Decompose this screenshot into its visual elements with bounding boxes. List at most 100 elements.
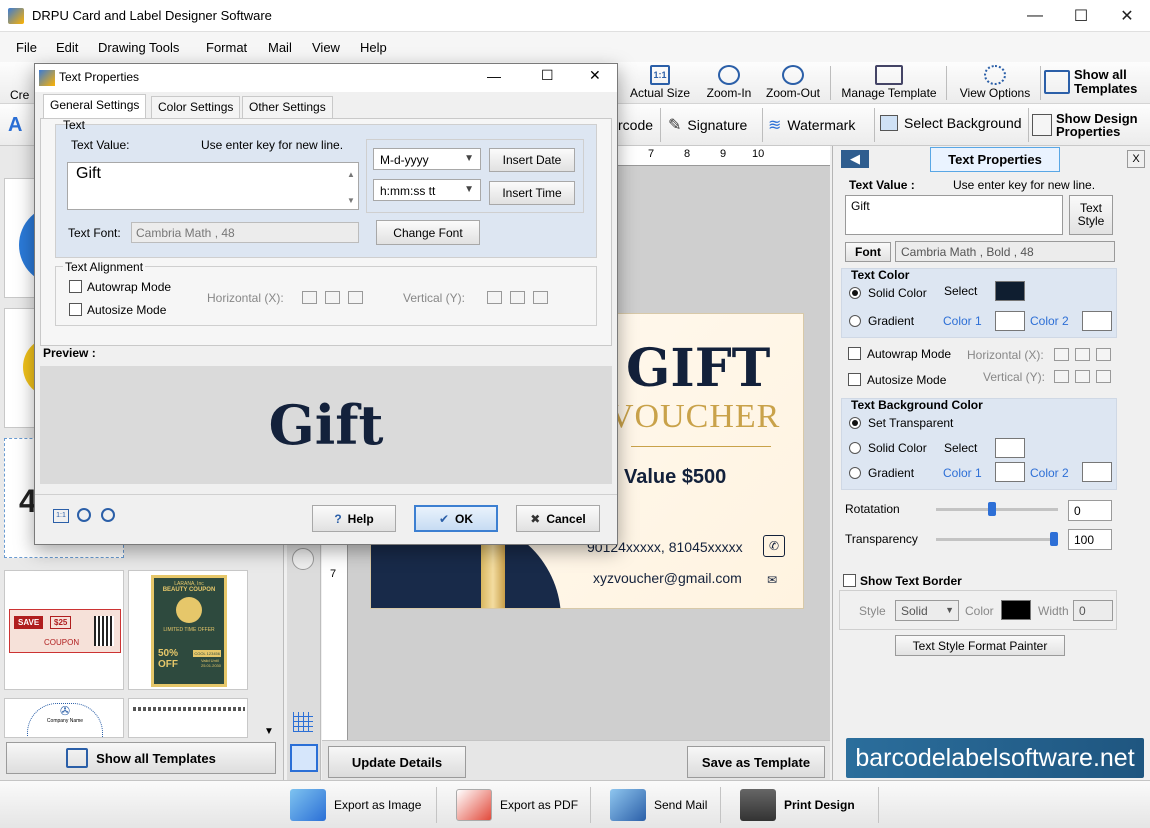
dialog-text-value-input[interactable]: Gift — [67, 162, 359, 210]
show-all-templates-button[interactable]: Show all Templates — [6, 742, 276, 774]
card-gift-text[interactable]: GIFT — [626, 338, 770, 399]
dialog-align-center-icon[interactable] — [325, 291, 340, 304]
ellipse-tool-icon[interactable] — [292, 548, 314, 570]
select-background-button[interactable]: Select Background — [880, 115, 1022, 131]
show-design-properties-button[interactable]: Show Design Properties — [1032, 112, 1138, 138]
gradient-radio[interactable] — [849, 315, 861, 327]
solid-color-radio[interactable] — [849, 287, 861, 299]
bg-color-swatch[interactable] — [995, 438, 1025, 458]
menu-view[interactable]: View — [312, 40, 340, 55]
text-style-button[interactable]: Text Style — [1069, 195, 1113, 235]
rotation-value-field[interactable]: 0 — [1068, 500, 1112, 521]
template-beauty-coupon[interactable]: LARANA, Inc BEAUTY COUPON LIMITED TIME O… — [128, 570, 248, 690]
change-font-button[interactable]: Change Font — [376, 220, 480, 245]
insert-time-button[interactable]: Insert Time — [489, 181, 575, 205]
dialog-autosize-checkbox[interactable] — [69, 303, 82, 316]
transparency-slider-track[interactable] — [936, 538, 1058, 541]
back-arrow-icon[interactable]: ◀ — [841, 150, 869, 168]
transparency-slider-thumb[interactable] — [1050, 532, 1058, 546]
time-format-select[interactable]: h:mm:ss tt ▼ — [373, 179, 481, 201]
cancel-button[interactable]: ✖ Cancel — [516, 505, 600, 532]
create-button-partial[interactable]: Cre — [10, 88, 29, 102]
print-design-button[interactable]: Print Design — [740, 787, 855, 823]
dialog-close-button[interactable]: ✕ — [589, 67, 601, 84]
dialog-autowrap-checkbox[interactable] — [69, 280, 82, 293]
barcode-button-partial[interactable]: rcode — [618, 117, 653, 133]
export-image-button[interactable]: Export as Image — [290, 787, 421, 823]
set-transparent-radio[interactable] — [849, 417, 861, 429]
text-tool-icon[interactable]: A — [8, 114, 22, 137]
border-width-field[interactable]: 0 — [1073, 600, 1113, 621]
actual-size-icon[interactable]: 1:1 — [53, 509, 69, 523]
menu-mail[interactable]: Mail — [268, 40, 292, 55]
zoom-out-icon[interactable] — [77, 508, 91, 522]
export-pdf-button[interactable]: Export as PDF — [456, 787, 578, 823]
show-all-templates-toolbar-button[interactable]: Show all Templates — [1044, 68, 1146, 96]
insert-date-button[interactable]: Insert Date — [489, 148, 575, 172]
autowrap-checkbox[interactable] — [848, 347, 861, 360]
template-thumbnail[interactable]: ✇ Company Name — [4, 698, 124, 738]
bg-gradient-color1-swatch[interactable] — [995, 462, 1025, 482]
send-mail-button[interactable]: Send Mail — [610, 787, 707, 823]
rotation-slider-thumb[interactable] — [988, 502, 997, 516]
tab-color-settings[interactable]: Color Settings — [151, 96, 241, 118]
format-painter-button[interactable]: Text Style Format Painter — [895, 635, 1065, 656]
scroll-down-icon[interactable]: ▼ — [264, 726, 274, 737]
menu-file[interactable]: File — [16, 40, 37, 55]
autosize-checkbox[interactable] — [848, 373, 861, 386]
view-options-button[interactable]: View Options — [954, 65, 1036, 100]
date-format-select[interactable]: M-d-yyyy ▼ — [373, 148, 481, 170]
manage-template-button[interactable]: Manage Template — [836, 65, 942, 100]
gradient-color2-swatch[interactable] — [1082, 311, 1112, 331]
border-color-swatch[interactable] — [1001, 600, 1031, 620]
menu-drawing-tools[interactable]: Drawing Tools — [98, 40, 179, 55]
dialog-valign-middle-icon[interactable] — [510, 291, 525, 304]
scroll-down-icon[interactable]: ▼ — [347, 196, 355, 205]
grid-icon[interactable] — [293, 712, 313, 732]
tab-general-settings[interactable]: General Settings — [43, 94, 147, 118]
zoom-in-icon[interactable] — [101, 508, 115, 522]
font-button[interactable]: Font — [845, 242, 891, 262]
layout-icon[interactable] — [290, 744, 318, 772]
rotation-slider-track[interactable] — [936, 508, 1058, 511]
align-right-icon[interactable] — [1096, 348, 1111, 361]
minimize-button[interactable]: — — [1012, 0, 1058, 32]
valign-top-icon[interactable] — [1054, 370, 1069, 383]
close-button[interactable]: ✕ — [1104, 0, 1150, 32]
dialog-align-left-icon[interactable] — [302, 291, 317, 304]
watermark-button[interactable]: ≋ Watermark — [768, 115, 855, 135]
show-text-border-checkbox[interactable] — [843, 574, 856, 587]
text-color-swatch[interactable] — [995, 281, 1025, 301]
valign-bottom-icon[interactable] — [1096, 370, 1111, 383]
card-voucher-text[interactable]: VOUCHER — [609, 398, 780, 436]
dialog-minimize-button[interactable]: — — [487, 68, 501, 84]
transparency-value-field[interactable]: 100 — [1068, 529, 1112, 550]
zoom-out-button[interactable]: Zoom-Out — [762, 65, 824, 100]
menu-help[interactable]: Help — [360, 40, 387, 55]
menu-format[interactable]: Format — [206, 40, 247, 55]
card-email-text[interactable]: xyzvoucher@gmail.com — [593, 570, 742, 586]
bg-solid-color-radio[interactable] — [849, 442, 861, 454]
template-coupon[interactable]: SAVE $25 COUPON — [4, 570, 124, 690]
menu-edit[interactable]: Edit — [56, 40, 78, 55]
gradient-color1-swatch[interactable] — [995, 311, 1025, 331]
save-as-template-button[interactable]: Save as Template — [687, 746, 825, 778]
maximize-button[interactable]: ☐ — [1058, 0, 1104, 32]
dialog-valign-bottom-icon[interactable] — [533, 291, 548, 304]
bg-gradient-color2-swatch[interactable] — [1082, 462, 1112, 482]
signature-button[interactable]: ✎ Signature — [668, 115, 747, 135]
template-thumbnail[interactable] — [128, 698, 248, 738]
ok-button[interactable]: ✔ OK — [414, 505, 498, 532]
dialog-maximize-button[interactable]: ☐ — [541, 67, 554, 84]
update-details-button[interactable]: Update Details — [328, 746, 466, 778]
card-value-text[interactable]: Value $500 — [624, 466, 726, 489]
help-button[interactable]: ? Help — [312, 505, 396, 532]
align-center-icon[interactable] — [1075, 348, 1090, 361]
dialog-align-right-icon[interactable] — [348, 291, 363, 304]
bg-gradient-radio[interactable] — [849, 467, 861, 479]
align-left-icon[interactable] — [1054, 348, 1069, 361]
actual-size-button[interactable]: 1:1 Actual Size — [626, 65, 694, 100]
scroll-up-icon[interactable]: ▲ — [347, 170, 355, 179]
dialog-valign-top-icon[interactable] — [487, 291, 502, 304]
text-value-input[interactable]: Gift — [845, 195, 1063, 235]
